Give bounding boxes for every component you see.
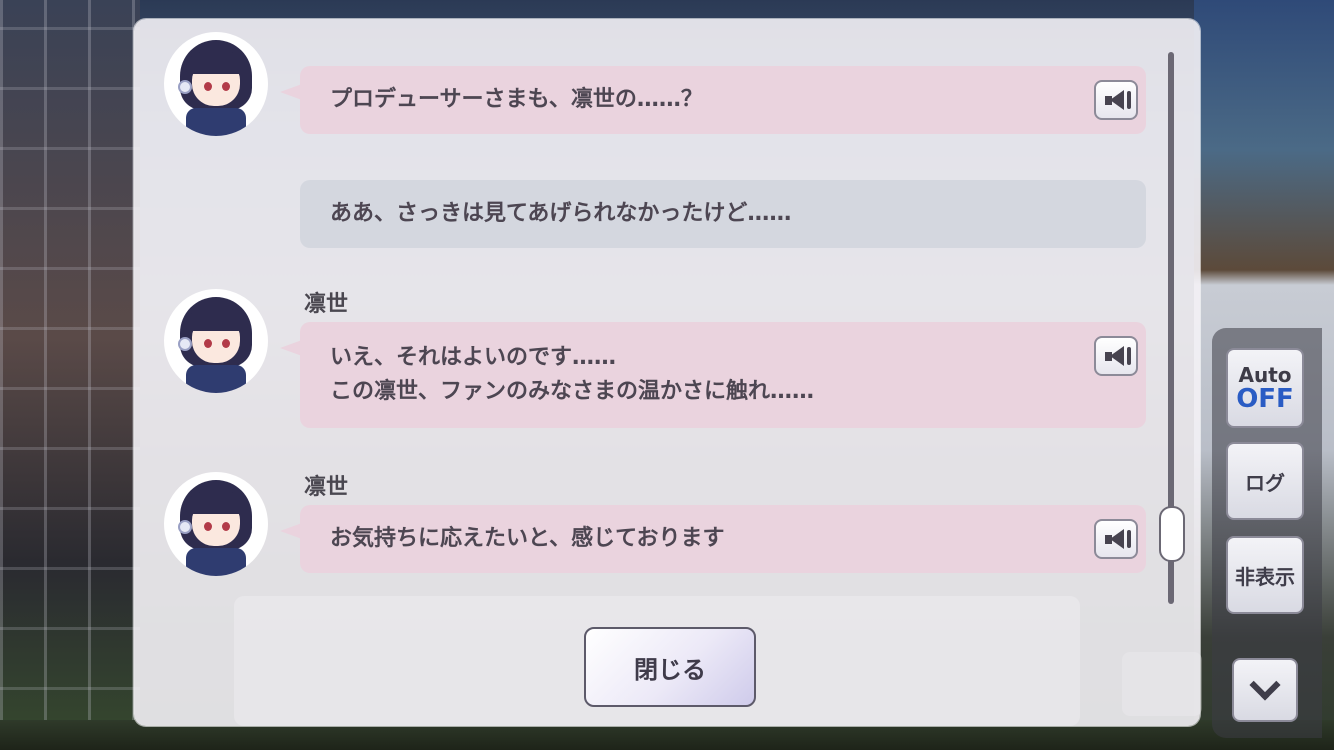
avatar — [164, 32, 268, 136]
hide-label: 非表示 — [1235, 564, 1295, 589]
speaker-name: 凛世 — [304, 292, 349, 317]
auto-button[interactable]: Auto OFF — [1226, 348, 1304, 428]
voice-play-button[interactable] — [1094, 336, 1138, 376]
message-line: お気持ちに応えたいと、感じております — [330, 526, 725, 551]
message-line: プロデューサーさまも、凛世の……？ — [330, 87, 703, 112]
avatar — [164, 289, 268, 393]
auto-state: OFF — [1236, 384, 1294, 414]
scroll-down-button[interactable] — [1232, 658, 1298, 722]
voice-play-icon — [1105, 346, 1131, 366]
message-line: ああ、さっきは見てあげられなかったけど…… — [330, 201, 792, 226]
voice-play-button[interactable] — [1094, 519, 1138, 559]
avatar — [164, 472, 268, 576]
voice-play-icon — [1105, 529, 1131, 549]
message-line: この凛世、ファンのみなさまの温かさに触れ…… — [330, 379, 815, 404]
message-line: いえ、それはよいのです…… — [330, 345, 617, 370]
voice-play-icon — [1105, 90, 1131, 110]
log-label: ログ — [1245, 470, 1285, 495]
voice-play-button[interactable] — [1094, 80, 1138, 120]
message-bubble: プロデューサーさまも、凛世の……？ — [280, 66, 1146, 134]
scrollbar-thumb[interactable] — [1159, 506, 1185, 562]
producer-message-bubble: ああ、さっきは見てあげられなかったけど…… — [300, 180, 1146, 248]
background-scaffold — [0, 0, 140, 750]
close-label: 閉じる — [634, 655, 706, 684]
hide-button[interactable]: 非表示 — [1226, 536, 1304, 614]
log-button[interactable]: ログ — [1226, 442, 1304, 520]
message-bubble: いえ、それはよいのです…… この凛世、ファンのみなさまの温かさに触れ…… — [280, 322, 1146, 428]
close-button[interactable]: 閉じる — [584, 627, 756, 707]
message-bubble: お気持ちに応えたいと、感じております — [280, 505, 1146, 573]
chevron-down-icon — [1249, 669, 1281, 701]
speaker-name: 凛世 — [304, 475, 349, 500]
auto-label: Auto — [1238, 363, 1292, 387]
